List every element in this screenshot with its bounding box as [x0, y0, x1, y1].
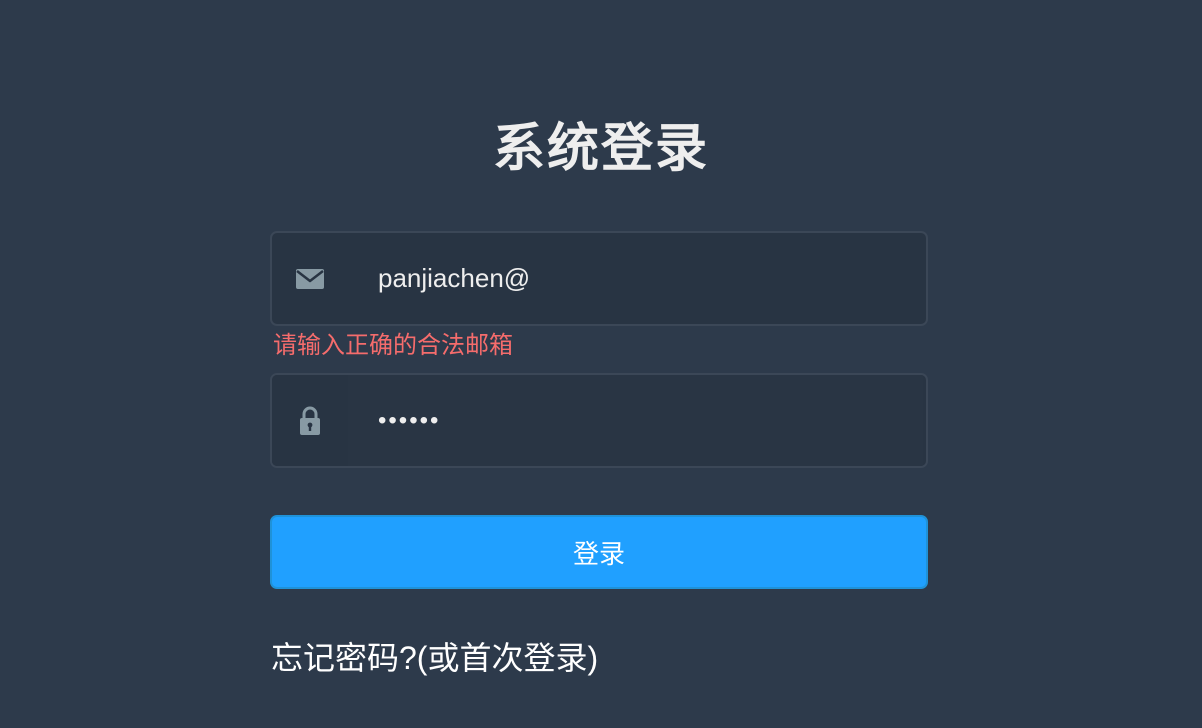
password-field-container[interactable] [270, 373, 928, 468]
password-input[interactable] [348, 375, 923, 466]
email-icon [272, 233, 348, 324]
email-error-message: 请输入正确的合法邮箱 [273, 332, 513, 359]
email-input[interactable] [348, 233, 923, 324]
page-title: 系统登录 [492, 119, 709, 178]
login-button[interactable]: 登录 [270, 515, 928, 589]
login-page: 系统登录 请输入正确的合法邮箱 登录 忘记密码?(或首次登录) [0, 0, 1202, 728]
email-field-container[interactable] [270, 231, 928, 326]
lock-icon [272, 375, 348, 466]
forgot-password-link[interactable]: 忘记密码?(或首次登录) [271, 638, 598, 678]
